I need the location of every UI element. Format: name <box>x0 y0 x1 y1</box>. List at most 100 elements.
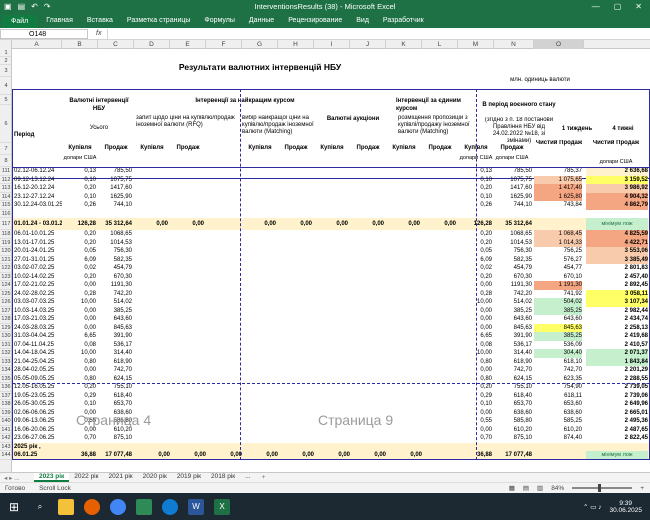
firefox-icon[interactable] <box>84 498 100 515</box>
sheet-tab[interactable]: 2020 рік <box>138 473 172 482</box>
zoom-in-icon[interactable]: + <box>640 485 644 492</box>
column-header-f[interactable]: F <box>206 40 242 49</box>
row-header[interactable]: 134 <box>0 366 11 375</box>
system-tray: ⌃ ▭ ♪ 9:39 30.06.2025 <box>583 500 650 514</box>
row-header[interactable]: 123 <box>0 273 11 281</box>
row-header[interactable]: 120 <box>0 247 11 256</box>
row-header[interactable]: 136 <box>0 383 11 392</box>
column-header-i[interactable]: I <box>314 40 350 49</box>
sheet-tab[interactable]: 2023 рік <box>34 473 70 482</box>
column-header-c[interactable]: C <box>98 40 134 49</box>
row-header[interactable]: 139 <box>0 409 11 417</box>
row-header[interactable]: 143 <box>0 443 11 451</box>
chrome-icon[interactable] <box>110 498 126 515</box>
row-header[interactable]: 119 <box>0 239 11 247</box>
ribbon-tab-7[interactable]: Вид <box>349 17 376 28</box>
ribbon-tab-6[interactable]: Рецензирование <box>281 17 349 28</box>
column-header-k[interactable]: K <box>386 40 422 49</box>
page-break-view-icon[interactable]: ▥ <box>537 484 543 492</box>
row-header[interactable]: 1 <box>0 49 11 57</box>
row-header[interactable]: 3 <box>0 65 11 77</box>
sheet-tab[interactable]: 2021 рік <box>103 473 137 482</box>
column-header-e[interactable]: E <box>170 40 206 49</box>
page-layout-icon[interactable]: ▤ <box>523 484 529 492</box>
word-icon[interactable]: W <box>188 498 204 515</box>
sheet-tab[interactable]: 2018 рік <box>206 473 240 482</box>
app-icon[interactable] <box>136 498 152 515</box>
ribbon-tab-8[interactable]: Разработчик <box>376 17 431 28</box>
name-box[interactable]: O148 <box>0 28 88 39</box>
column-header-g[interactable]: G <box>242 40 278 49</box>
column-header-j[interactable]: J <box>350 40 386 49</box>
row-header[interactable]: 127 <box>0 307 11 315</box>
row-header[interactable]: 137 <box>0 392 11 400</box>
row-header[interactable]: 128 <box>0 315 11 324</box>
ribbon-tab-5[interactable]: Данные <box>242 17 281 28</box>
row-header[interactable]: 125 <box>0 290 11 298</box>
column-header-b[interactable]: B <box>62 40 98 49</box>
row-header[interactable]: 126 <box>0 298 11 307</box>
sheet-tab[interactable]: 2019 рік <box>172 473 206 482</box>
column-header-h[interactable]: H <box>278 40 314 49</box>
search-icon[interactable]: ⌕ <box>32 499 48 515</box>
column-header-l[interactable]: L <box>422 40 458 49</box>
row-header[interactable]: 140 <box>0 417 11 426</box>
fx-icon[interactable]: fx <box>96 30 101 37</box>
row-header[interactable]: 130 <box>0 332 11 341</box>
row-header[interactable]: 2 <box>0 57 11 65</box>
zoom-level[interactable]: 84% <box>551 485 564 492</box>
row-header[interactable]: 133 <box>0 358 11 366</box>
sheet-tab[interactable]: 2022 рік <box>69 473 103 482</box>
row-header[interactable]: 4 <box>0 77 11 95</box>
row-header[interactable]: 112 <box>0 176 11 184</box>
edge-icon[interactable] <box>162 498 178 515</box>
row-header[interactable]: 7 <box>0 143 11 155</box>
row-header[interactable]: 5 <box>0 95 11 105</box>
explorer-icon[interactable] <box>58 498 74 515</box>
ribbon-tab-1[interactable]: Главная <box>39 17 80 28</box>
row-header[interactable]: 122 <box>0 264 11 273</box>
excel-icon[interactable]: X <box>214 498 230 515</box>
column-header-n[interactable]: N <box>494 40 534 49</box>
tray-icons[interactable]: ⌃ ▭ ♪ <box>583 503 601 511</box>
row-header[interactable]: 117 <box>0 218 11 230</box>
normal-view-icon[interactable]: ▦ <box>509 484 515 492</box>
row-header[interactable]: 113 <box>0 184 11 193</box>
ribbon-tab-3[interactable]: Разметка страницы <box>120 17 198 28</box>
row-header[interactable]: 121 <box>0 256 11 264</box>
row-header[interactable]: 118 <box>0 230 11 239</box>
column-header-d[interactable]: D <box>134 40 170 49</box>
row-header[interactable]: 116 <box>0 210 11 218</box>
report-title[interactable]: Результати валютних інтервенцій НБУ <box>130 63 390 75</box>
row-header[interactable]: 138 <box>0 400 11 409</box>
row-header[interactable]: 114 <box>0 193 11 201</box>
row-header[interactable]: 8 <box>0 155 11 167</box>
page-label-9[interactable]: Страница 9 <box>318 411 418 429</box>
ribbon-tab-2[interactable]: Вставка <box>80 17 120 28</box>
row-header[interactable]: 115 <box>0 201 11 210</box>
sheet-nav[interactable]: ◂ ▸ ... <box>0 474 34 482</box>
add-sheet-icon[interactable]: + <box>262 474 266 481</box>
ribbon-tab-4[interactable]: Формулы <box>197 17 241 28</box>
spreadsheet-grid[interactable]: ABCDEFGHIJKLMNO 1 2 3 4 5 6 7 8 111 112 113 114 115 1… <box>0 40 650 472</box>
windows-start-icon[interactable]: ⊞ <box>6 499 22 515</box>
row-header[interactable]: 124 <box>0 281 11 290</box>
row-header[interactable]: 129 <box>0 324 11 332</box>
row-header[interactable]: 142 <box>0 434 11 443</box>
row-header[interactable]: 6 <box>0 105 11 143</box>
row-header[interactable]: 131 <box>0 341 11 349</box>
units-label[interactable]: млн. одиниць валюти <box>480 76 600 86</box>
formula-input[interactable] <box>107 28 650 39</box>
column-header-a[interactable]: A <box>12 40 62 49</box>
row-header[interactable]: 111 <box>0 167 11 176</box>
column-header-o[interactable]: O <box>534 40 584 49</box>
sheet-tabs-more[interactable]: ... <box>240 473 255 482</box>
column-header-m[interactable]: M <box>458 40 494 49</box>
row-header[interactable]: 144 <box>0 451 11 460</box>
row-header[interactable]: 132 <box>0 349 11 358</box>
zoom-slider[interactable] <box>572 484 633 492</box>
row-header[interactable]: 135 <box>0 375 11 383</box>
page-label-4[interactable]: Страница 4 <box>76 411 166 429</box>
ribbon-tab-0[interactable]: Файл <box>2 15 38 28</box>
row-header[interactable]: 141 <box>0 426 11 434</box>
